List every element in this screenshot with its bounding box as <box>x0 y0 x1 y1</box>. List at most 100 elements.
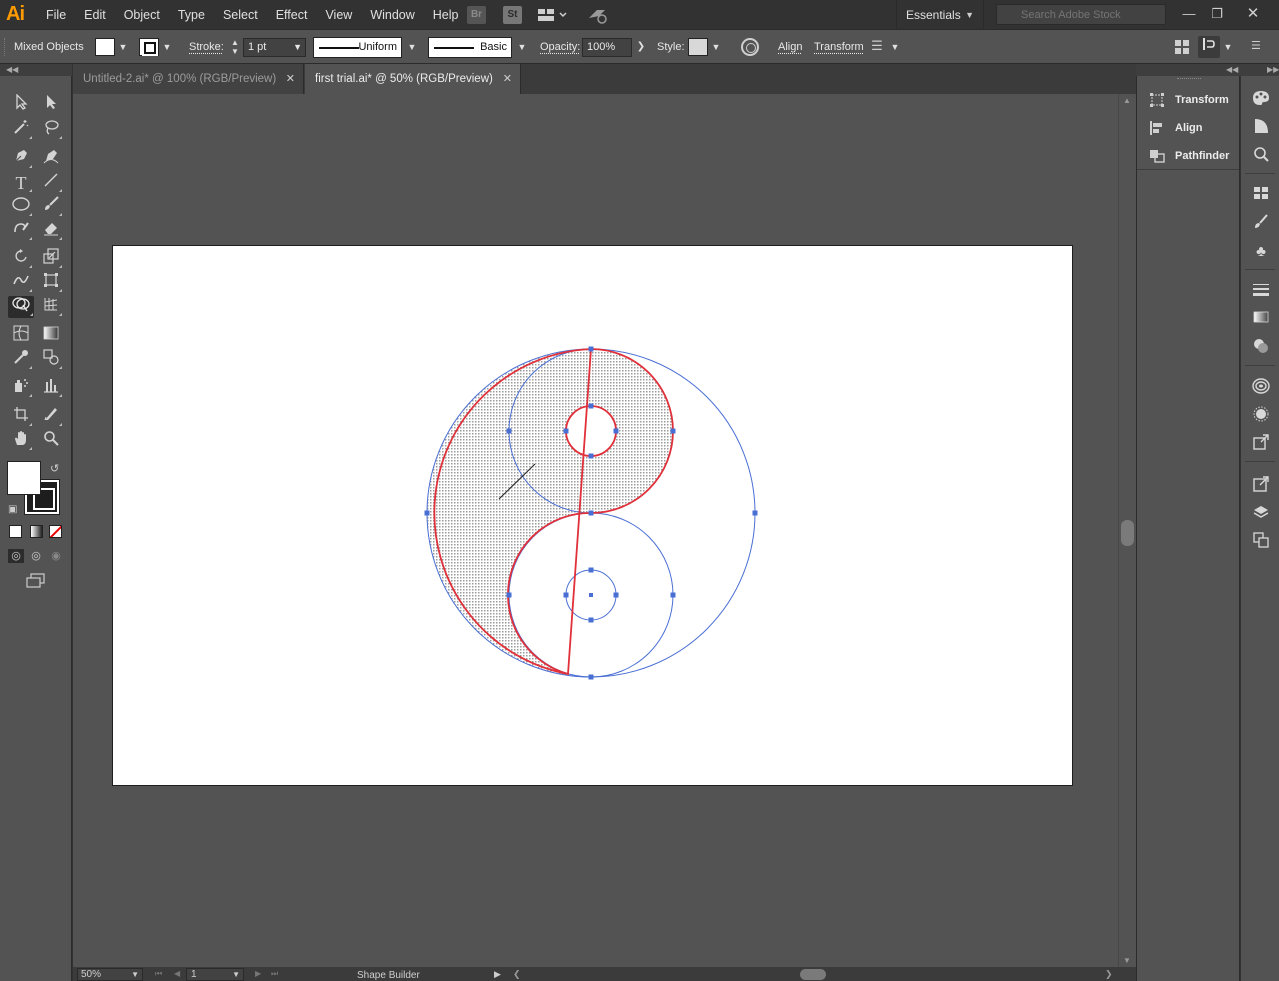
chevron-up-icon[interactable]: ▲ <box>1123 96 1131 105</box>
panel-transform[interactable]: Transform <box>1147 89 1239 111</box>
stroke-weight-field[interactable]: 1 pt ▼ <box>243 38 306 57</box>
close-icon[interactable]: ✕ <box>286 64 295 94</box>
status-menu-icon[interactable]: ▶ <box>494 967 501 981</box>
artboard-number-field[interactable]: 1 ▼ <box>186 968 244 981</box>
hand-tool[interactable] <box>9 430 33 452</box>
collapse-panels-icon[interactable]: ◀◀ <box>1226 64 1238 76</box>
menu-select[interactable]: Select <box>214 0 267 30</box>
selection-tool[interactable] <box>9 93 33 116</box>
curvature-tool[interactable] <box>39 148 63 170</box>
graphic-style-swatch[interactable] <box>688 38 708 56</box>
next-artboard-icon[interactable]: ▶ <box>255 967 261 981</box>
recolor-artwork-icon[interactable] <box>741 38 759 56</box>
opacity-field[interactable]: 100% <box>582 38 632 57</box>
magic-wand-tool[interactable] <box>9 119 33 141</box>
pen-tool[interactable] <box>9 148 33 170</box>
brush-definition[interactable]: Basic <box>428 37 512 58</box>
chevron-down-icon[interactable]: ▼ <box>116 40 130 54</box>
symbols-icon[interactable]: ♣ <box>1250 242 1272 262</box>
panel-flyout-icon[interactable]: ☰ <box>1251 39 1265 53</box>
stroke-color-swatch[interactable] <box>139 38 159 56</box>
previous-artboard-icon[interactable]: ◀ <box>174 967 180 981</box>
fill-color-swatch[interactable] <box>95 38 115 56</box>
chevron-down-icon[interactable]: ▼ <box>405 40 419 54</box>
chevron-right-icon[interactable]: ❯ <box>634 40 648 54</box>
fill-color-box[interactable] <box>7 461 41 495</box>
control-bar-menu-icon[interactable] <box>1198 36 1220 58</box>
search-stock-input[interactable] <box>996 4 1166 25</box>
panel-pathfinder[interactable]: Pathfinder <box>1147 145 1239 167</box>
color-mode-button[interactable] <box>9 525 22 538</box>
control-bar-grip[interactable] <box>4 38 7 56</box>
lasso-tool[interactable] <box>39 119 63 141</box>
width-tool[interactable] <box>9 272 33 294</box>
column-graph-tool[interactable] <box>39 377 63 399</box>
tab-untitled-2[interactable]: Untitled-2.ai* @ 100% (RGB/Preview) ✕ <box>73 64 304 94</box>
menu-effect[interactable]: Effect <box>267 0 317 30</box>
close-icon[interactable]: ✕ <box>503 64 512 94</box>
direct-selection-tool[interactable] <box>39 94 63 116</box>
canvas-area[interactable] <box>73 94 1118 967</box>
default-fill-stroke-icon[interactable]: ▣ <box>8 504 17 515</box>
menu-help[interactable]: Help <box>424 0 468 30</box>
brushes-icon[interactable] <box>1250 214 1272 234</box>
layers-icon[interactable] <box>1250 504 1272 524</box>
vertical-scrollbar[interactable]: ▲ ▼ <box>1118 94 1136 967</box>
stock-icon[interactable]: St <box>503 6 522 24</box>
workspace-dropdown[interactable]: Essentials ▼ <box>896 0 984 30</box>
color-guide-icon[interactable] <box>1250 118 1272 138</box>
maximize-button[interactable]: ❐ <box>1202 0 1232 30</box>
gradient-mode-button[interactable] <box>30 525 43 538</box>
chevron-down-icon[interactable]: ▼ <box>709 40 723 54</box>
artwork[interactable] <box>73 94 1118 967</box>
align-panel-link[interactable]: Align <box>778 30 802 64</box>
variable-width-profile[interactable]: Uniform <box>313 37 402 58</box>
mesh-tool[interactable] <box>9 325 33 347</box>
symbol-sprayer-tool[interactable] <box>9 377 33 399</box>
stroke-weight-stepper[interactable]: ▲ ▼ <box>228 38 242 56</box>
cc-libraries-icon[interactable] <box>1250 146 1272 166</box>
first-artboard-icon[interactable]: ⏮ <box>155 967 162 981</box>
screen-mode-icon[interactable] <box>25 573 47 589</box>
chevron-down-icon[interactable]: ▼ <box>888 40 902 54</box>
stroke-panel-link[interactable]: Stroke: <box>189 30 224 64</box>
slice-tool[interactable] <box>39 406 63 428</box>
chevron-down-icon[interactable]: ▼ <box>515 40 529 54</box>
scale-tool[interactable] <box>39 248 63 270</box>
swatches-icon[interactable] <box>1250 186 1272 206</box>
panel-align[interactable]: Align <box>1147 117 1239 139</box>
minimize-button[interactable]: — <box>1174 0 1204 30</box>
draw-behind-icon[interactable]: ◎ <box>28 549 44 563</box>
eyedropper-tool[interactable] <box>9 349 33 371</box>
tools-collapse-icon[interactable]: ◀◀ <box>0 64 72 76</box>
stroke-icon[interactable] <box>1250 282 1272 302</box>
zoom-level-field[interactable]: 50% ▼ <box>77 968 143 981</box>
panel-grip[interactable] <box>1177 78 1201 81</box>
eraser-tool[interactable] <box>39 220 63 242</box>
ellipse-tool[interactable] <box>9 196 33 218</box>
menu-file[interactable]: File <box>37 0 75 30</box>
chevron-down-icon[interactable]: ▼ <box>160 40 174 54</box>
chevron-down-icon[interactable]: ▼ <box>1221 40 1235 54</box>
menu-edit[interactable]: Edit <box>75 0 115 30</box>
transform-panel-link[interactable]: Transform <box>814 30 864 64</box>
gpu-performance-icon[interactable] <box>587 6 609 24</box>
gradient-tool[interactable] <box>39 325 63 347</box>
color-icon[interactable] <box>1250 90 1272 110</box>
draw-inside-icon[interactable]: ◉ <box>48 549 64 563</box>
rotate-tool[interactable] <box>9 248 33 270</box>
artboards-icon[interactable] <box>1250 532 1272 552</box>
bridge-icon[interactable]: Br <box>467 6 486 24</box>
blend-tool[interactable] <box>39 349 63 371</box>
opacity-panel-link[interactable]: Opacity: <box>540 30 580 64</box>
export-icon[interactable] <box>1250 476 1272 496</box>
menu-window[interactable]: Window <box>361 0 423 30</box>
puppet-warp-icon[interactable]: ☰ <box>868 38 886 56</box>
menu-view[interactable]: View <box>316 0 361 30</box>
shape-builder-highlight[interactable] <box>427 349 673 677</box>
graphic-styles-icon[interactable] <box>1250 406 1272 426</box>
asset-export-icon[interactable] <box>1250 434 1272 454</box>
transparency-icon[interactable] <box>1250 338 1272 358</box>
arrange-documents-icon[interactable] <box>1174 39 1190 55</box>
line-segment-tool[interactable] <box>39 172 63 194</box>
